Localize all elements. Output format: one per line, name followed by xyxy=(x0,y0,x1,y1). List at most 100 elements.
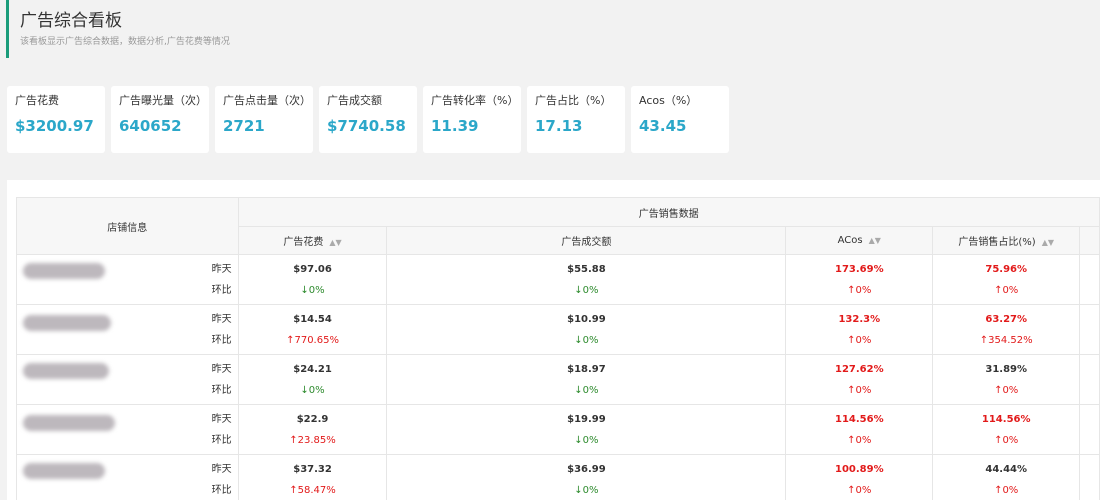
sales-change: ↓0% xyxy=(574,434,599,446)
page-subtitle: 该看板显示广告综合数据，数据分析,广告花费等情况 xyxy=(20,37,230,47)
sort-icon[interactable]: ▲▼ xyxy=(869,236,881,245)
card-ad-sales: 广告成交额 $7740.58 xyxy=(319,86,417,153)
share-change: ↑354.52% xyxy=(979,334,1033,346)
table-row: 昨天 环比 $37.32 ↑58.47% $36.99 ↓0% 100.89% ↑0%… xyxy=(16,454,1100,500)
sales-value: $36.99 xyxy=(567,463,606,475)
acos-change: ↑0% xyxy=(847,334,872,346)
share-change: ↑0% xyxy=(994,434,1019,446)
column-header-acos[interactable]: ACos ▲▼ xyxy=(785,226,934,255)
acos-change: ↑0% xyxy=(847,434,872,446)
redacted-store-name xyxy=(23,415,115,431)
row-label-change: 环比 xyxy=(211,385,232,396)
store-cell: 昨天 环比 xyxy=(16,354,239,405)
row-label-change: 环比 xyxy=(211,335,232,346)
card-label: 广告曝光量（次） xyxy=(119,94,207,107)
ad-sales-table: 店铺信息 广告销售数据 广告花费 ▲▼ 广告成交额 ACos ▲▼ 广告销售占比(%… xyxy=(16,197,1100,500)
data-panel: 店铺信息 广告销售数据 广告花费 ▲▼ 广告成交额 ACos ▲▼ 广告销售占比(%… xyxy=(7,180,1100,500)
share-value: 75.96% xyxy=(985,263,1028,275)
acos-value: 132.3% xyxy=(838,313,881,325)
column-header-ad-spend[interactable]: 广告花费 ▲▼ xyxy=(237,226,388,255)
row-label-change: 环比 xyxy=(211,485,232,496)
card-ad-spend: 广告花费 $3200.97 xyxy=(7,86,105,153)
spend-value: $37.32 xyxy=(293,463,332,475)
spend-change: ↑23.85% xyxy=(289,434,336,446)
card-clicks: 广告点击量（次） 2721 xyxy=(215,86,313,153)
sales-change: ↓0% xyxy=(574,334,599,346)
row-label-yesterday: 昨天 xyxy=(211,314,232,325)
spend-value: $14.54 xyxy=(293,313,332,325)
store-cell: 昨天 环比 xyxy=(16,454,239,500)
table-row: 昨天 环比 $14.54 ↑770.65% $10.99 ↓0% 132.3% ↑0%… xyxy=(16,304,1100,355)
sales-change: ↓0% xyxy=(574,484,599,496)
acos-value: 127.62% xyxy=(834,363,884,375)
card-value: 11.39 xyxy=(431,117,479,135)
card-label: 广告花费 xyxy=(15,94,59,107)
column-header-overflow xyxy=(1079,226,1100,255)
card-ad-share: 广告占比（%） 17.13 xyxy=(527,86,625,153)
sort-icon[interactable]: ▲▼ xyxy=(1042,238,1054,247)
spend-change: ↑770.65% xyxy=(286,334,339,346)
row-label-yesterday: 昨天 xyxy=(211,464,232,475)
page-title: 广告综合看板 xyxy=(20,11,122,31)
sales-value: $55.88 xyxy=(567,263,606,275)
ad-sales-group-header: 广告销售数据 xyxy=(237,197,1100,227)
share-value: 31.89% xyxy=(985,363,1028,375)
column-header-sales-share[interactable]: 广告销售占比(%) ▲▼ xyxy=(932,226,1081,255)
share-change: ↑0% xyxy=(994,284,1019,296)
redacted-store-name xyxy=(23,463,105,479)
row-label-change: 环比 xyxy=(211,435,232,446)
card-value: $7740.58 xyxy=(327,117,406,135)
card-acos: Acos（%） 43.45 xyxy=(631,86,729,153)
store-info-header: 店铺信息 xyxy=(16,197,239,255)
table-row: 昨天 环比 $24.21 ↓0% $18.97 ↓0% 127.62% ↑0% 31.… xyxy=(16,354,1100,405)
acos-change: ↑0% xyxy=(847,484,872,496)
sales-change: ↓0% xyxy=(574,384,599,396)
table-row: 昨天 环比 $97.06 ↓0% $55.88 ↓0% 173.69% ↑0% 75.… xyxy=(16,254,1100,305)
sales-value: $10.99 xyxy=(567,313,606,325)
sort-icon[interactable]: ▲▼ xyxy=(329,238,341,247)
acos-change: ↑0% xyxy=(847,384,872,396)
card-label: 广告点击量（次） xyxy=(223,94,311,107)
row-label-yesterday: 昨天 xyxy=(211,364,232,375)
share-value: 44.44% xyxy=(985,463,1028,475)
card-conversion-rate: 广告转化率（%） 11.39 xyxy=(423,86,521,153)
card-impressions: 广告曝光量（次） 640652 xyxy=(111,86,209,153)
table-row: 昨天 环比 $22.9 ↑23.85% $19.99 ↓0% 114.56% ↑0% … xyxy=(16,404,1100,455)
redacted-store-name xyxy=(23,263,105,279)
summary-cards: 广告花费 $3200.97 广告曝光量（次） 640652 广告点击量（次） 2… xyxy=(7,86,729,153)
card-value: $3200.97 xyxy=(15,117,94,135)
acos-value: 114.56% xyxy=(834,413,884,425)
row-label-yesterday: 昨天 xyxy=(211,414,232,425)
acos-change: ↑0% xyxy=(847,284,872,296)
spend-change: ↓0% xyxy=(300,284,325,296)
share-value: 114.56% xyxy=(981,413,1031,425)
sales-value: $19.99 xyxy=(567,413,606,425)
card-label: Acos（%） xyxy=(639,94,698,107)
card-value: 43.45 xyxy=(639,117,687,135)
column-header-ad-sales: 广告成交额 xyxy=(386,226,787,255)
sales-change: ↓0% xyxy=(574,284,599,296)
card-value: 2721 xyxy=(223,117,265,135)
sales-value: $18.97 xyxy=(567,363,606,375)
store-cell: 昨天 环比 xyxy=(16,404,239,455)
card-label: 广告占比（%） xyxy=(535,94,612,107)
card-label: 广告成交额 xyxy=(327,94,382,107)
acos-value: 100.89% xyxy=(834,463,884,475)
spend-change: ↑58.47% xyxy=(289,484,336,496)
spend-change: ↓0% xyxy=(300,384,325,396)
spend-value: $97.06 xyxy=(293,263,332,275)
acos-value: 173.69% xyxy=(834,263,884,275)
spend-value: $24.21 xyxy=(293,363,332,375)
card-label: 广告转化率（%） xyxy=(431,94,519,107)
share-change: ↑0% xyxy=(994,384,1019,396)
card-value: 640652 xyxy=(119,117,182,135)
redacted-store-name xyxy=(23,315,111,331)
store-cell: 昨天 环比 xyxy=(16,254,239,305)
store-cell: 昨天 环比 xyxy=(16,304,239,355)
card-value: 17.13 xyxy=(535,117,583,135)
spend-value: $22.9 xyxy=(296,413,329,425)
redacted-store-name xyxy=(23,363,109,379)
row-label-change: 环比 xyxy=(211,285,232,296)
share-value: 63.27% xyxy=(985,313,1028,325)
share-change: ↑0% xyxy=(994,484,1019,496)
